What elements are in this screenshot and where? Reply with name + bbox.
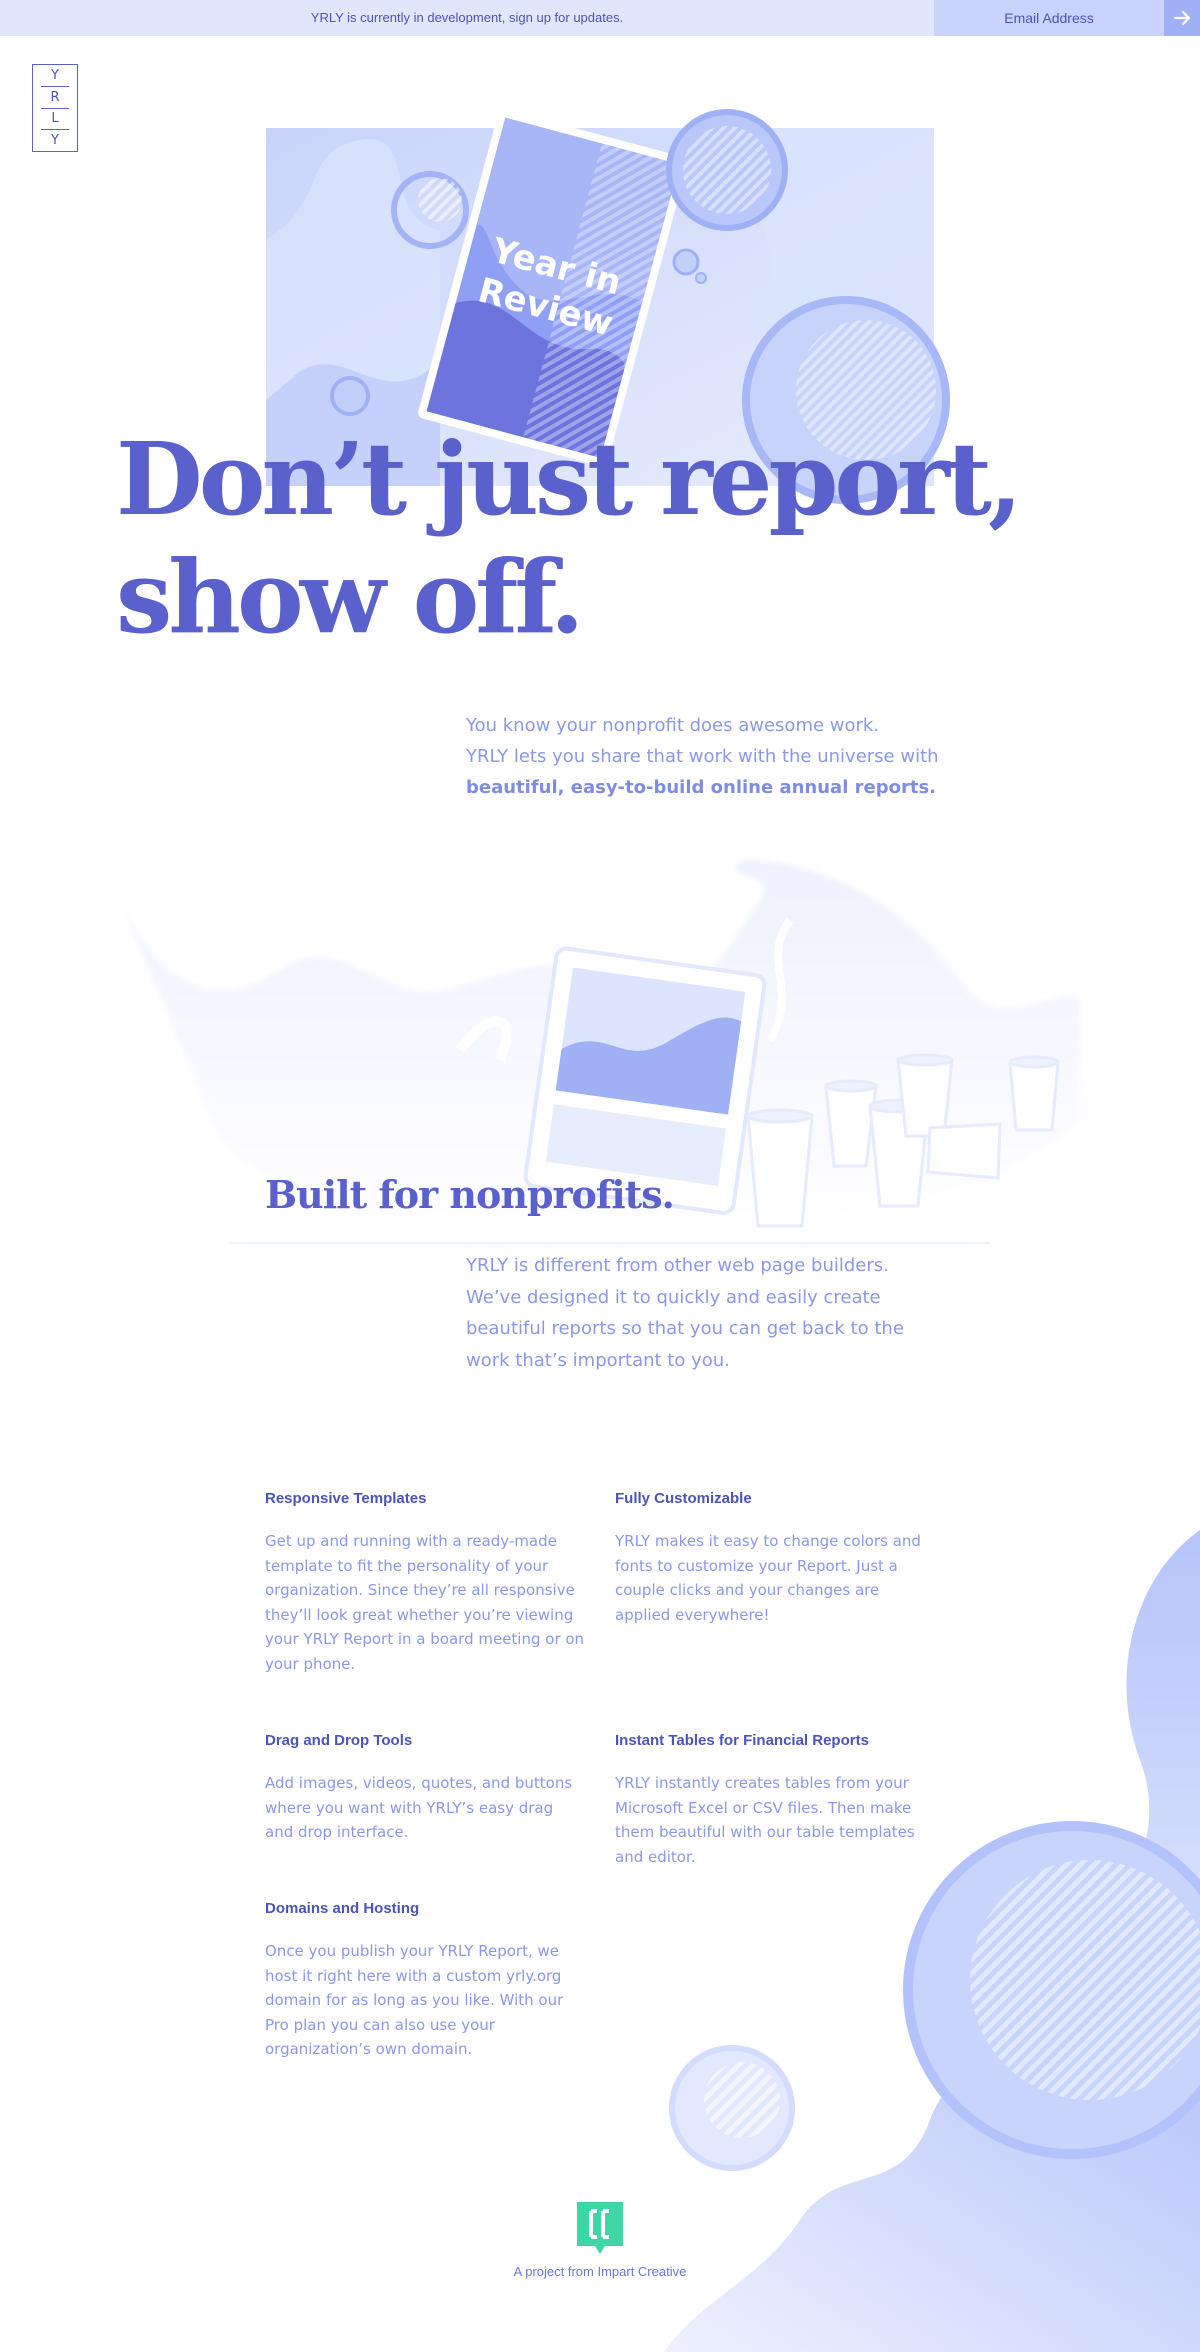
intro-line2: YRLY lets you share that work with the u… (466, 746, 939, 767)
feature-responsive-templates: Responsive Templates Get up and running … (265, 1490, 585, 1676)
intro-line3: beautiful, easy-to-build online annual r… (466, 777, 937, 798)
headline-line1: Don’t just report, (116, 420, 1023, 538)
announcement-message: YRLY is currently in development, sign u… (310, 10, 624, 25)
feature-title: Instant Tables for Financial Reports (615, 1732, 869, 1749)
feature-title: Responsive Templates (265, 1490, 427, 1507)
headline-line2: show off. (116, 538, 585, 656)
feature-title: Domains and Hosting (265, 1900, 420, 1917)
feature-domains-hosting: Domains and Hosting Once you publish you… (265, 1900, 585, 2062)
section-description: YRLY is different from other web page bu… (466, 1255, 904, 1371)
email-field[interactable] (934, 0, 1164, 36)
feature-drag-and-drop: Drag and Drop Tools Add images, videos, … (265, 1732, 585, 1845)
feature-instant-tables: Instant Tables for Financial Reports YRL… (615, 1732, 935, 1869)
intro-line1: You know your nonprofit does awesome wor… (466, 715, 880, 736)
arrow-right-icon (1173, 10, 1191, 26)
section-title: Built for nonprofits. (265, 1172, 675, 1217)
feature-title: Fully Customizable (615, 1490, 752, 1507)
logo-letter: Y (51, 67, 59, 83)
feature-description: YRLY instantly creates tables from your … (615, 1774, 915, 1866)
submit-email-button[interactable] (1164, 0, 1200, 36)
footer-credit-link[interactable]: A project from Impart Creative (0, 2264, 1200, 2279)
feature-title: Drag and Drop Tools (265, 1732, 413, 1749)
announcement-bar: YRLY is currently in development, sign u… (0, 0, 1200, 36)
feature-description: Get up and running with a ready-made tem… (265, 1532, 585, 1673)
page-title: Don’t just report, show off. (116, 420, 1023, 656)
intro-paragraph: You know your nonprofit does awesome wor… (466, 710, 966, 803)
feature-description: YRLY makes it easy to change colors and … (615, 1532, 921, 1624)
feature-fully-customizable: Fully Customizable YRLY makes it easy to… (615, 1490, 935, 1627)
feature-description: Once you publish your YRLY Report, we ho… (265, 1942, 564, 2058)
impart-logo-icon[interactable] (575, 2200, 625, 2256)
feature-description: Add images, videos, quotes, and buttons … (265, 1774, 573, 1841)
